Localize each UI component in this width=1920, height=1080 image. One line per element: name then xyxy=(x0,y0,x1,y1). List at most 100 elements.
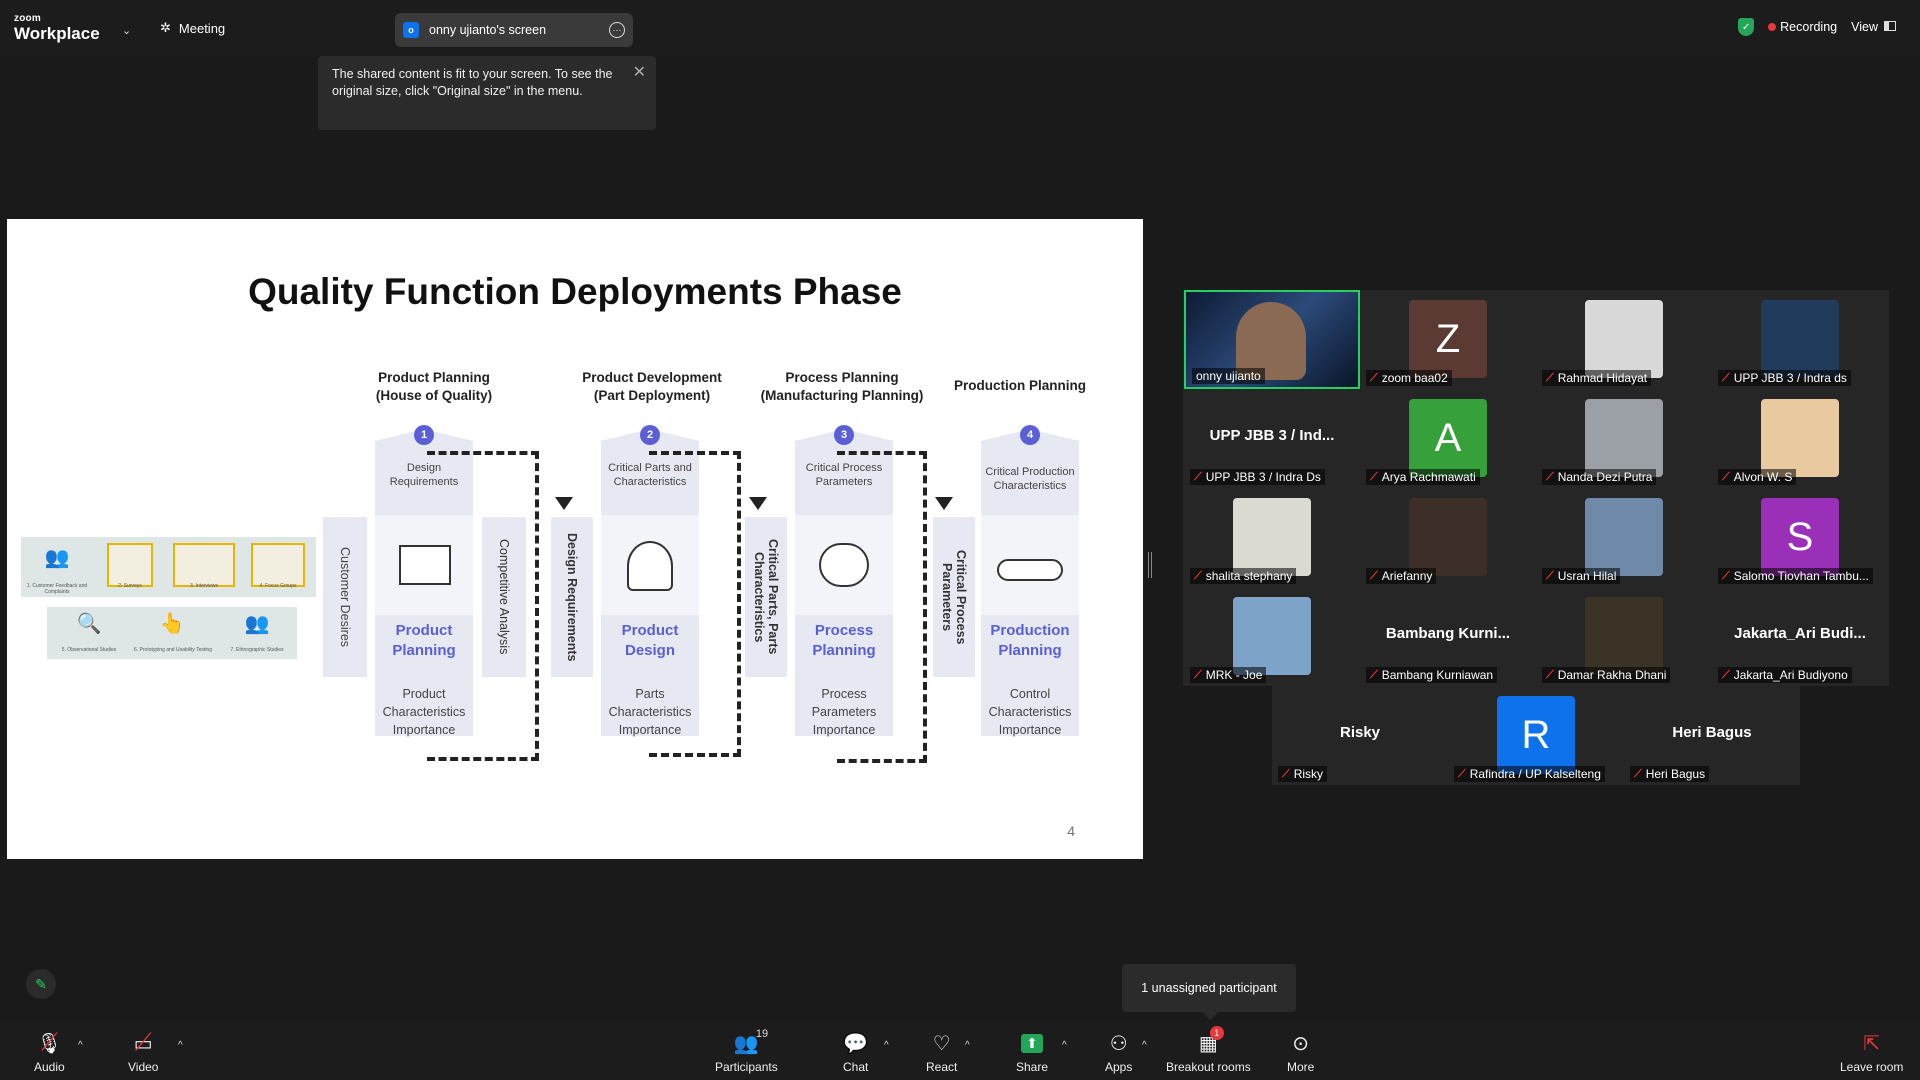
thumb-caption: 5. Observational Studies xyxy=(61,647,117,653)
participant-tile[interactable]: ⟋ Rahmad Hidayat xyxy=(1536,290,1712,389)
slide-title: Quality Function Deployments Phase xyxy=(248,271,902,312)
react-options-caret-icon[interactable]: ^ xyxy=(965,1040,970,1051)
shared-slide: Quality Function Deployments Phase 👥 1. … xyxy=(7,219,1143,859)
more-button[interactable]: ⊙ More xyxy=(1287,1030,1314,1075)
participant-tile[interactable]: A ⟋ Arya Rachmawati xyxy=(1360,389,1536,488)
thumb-caption: 4. Focus Groups xyxy=(259,583,297,589)
close-icon[interactable]: ✕ xyxy=(633,64,646,81)
video-button[interactable]: ▭ ⟋ Video xyxy=(128,1029,159,1074)
participant-tile[interactable]: ⟋ Usran Hilal xyxy=(1536,488,1712,587)
leave-room-button[interactable]: ⇱ Leave room xyxy=(1840,1030,1903,1075)
mic-muted-icon: ⟋ xyxy=(1282,767,1290,780)
participant-name: Arya Rachmawati xyxy=(1381,470,1476,484)
react-button[interactable]: ♡ React xyxy=(926,1030,957,1075)
avatar-photo xyxy=(1233,498,1311,576)
mic-muted-icon: ⟋ xyxy=(1194,668,1202,681)
participant-tile[interactable]: Heri Bagus ⟋ Heri Bagus xyxy=(1624,686,1800,785)
participant-tile[interactable]: ⟋ Damar Rakha Dhani xyxy=(1536,587,1712,686)
participant-name: Alvon W. S xyxy=(1733,470,1793,484)
chat-button[interactable]: 💬 Chat xyxy=(843,1030,869,1075)
bottom-label: Control Characteristics Importance xyxy=(988,687,1072,737)
audio-button[interactable]: 🎙 ⟋ Audio xyxy=(34,1029,65,1074)
arrow-down-icon xyxy=(749,497,767,510)
avatar-photo xyxy=(1761,399,1839,477)
annotate-pencil-icon[interactable]: ✎ xyxy=(26,969,56,999)
dashed-connector xyxy=(427,451,539,761)
mic-muted-icon: ⟋ xyxy=(1370,371,1378,384)
breakout-rooms-button[interactable]: ▦ 1 Breakout rooms xyxy=(1166,1026,1251,1074)
participant-tile[interactable]: Z ⟋ zoom baa02 xyxy=(1360,290,1536,389)
phase-header-1: Product Planning (House of Quality) xyxy=(375,370,493,403)
leave-room-icon: ⇱ xyxy=(1863,1032,1881,1055)
participant-tile[interactable]: ⟋ Nanda Dezi Putra xyxy=(1536,389,1712,488)
participant-display-name: Bambang Kurni... xyxy=(1385,625,1511,642)
video-options-caret-icon[interactable]: ^ xyxy=(178,1040,183,1051)
unassigned-participant-tooltip: 1 unassigned participant xyxy=(1122,964,1296,1020)
view-button[interactable]: View xyxy=(1851,20,1896,34)
participants-button[interactable]: 👥 19 Participants xyxy=(715,1028,778,1074)
meeting-toolbar: 🎙 ⟋ Audio ^ ▭ ⟋ Video ^ 👥 19 Participants 💬… xyxy=(0,1022,1920,1080)
participant-tile[interactable]: onny ujianto xyxy=(1184,290,1360,389)
breakout-rooms-icon: ▦ 1 xyxy=(1199,1026,1224,1056)
more-options-icon[interactable]: ··· xyxy=(609,22,625,38)
participant-tile[interactable]: ⟋ Ariefanny xyxy=(1360,488,1536,587)
thumb-row-1: 👥 1. Customer Feedback and Complaints 2.… xyxy=(21,537,316,597)
apps-button[interactable]: ⚇ Apps xyxy=(1105,1030,1133,1075)
zoom-workplace-logo[interactable]: zoom Workplace xyxy=(14,14,100,43)
participant-tile[interactable]: Bambang Kurni... ⟋ Bambang Kurniawan xyxy=(1360,587,1536,686)
screen-share-indicator[interactable]: o onny ujianto's screen ··· xyxy=(395,13,633,47)
security-shield-icon[interactable]: ✓ xyxy=(1738,18,1755,36)
step-number-1: 1 xyxy=(414,425,434,445)
participants-label: Participants xyxy=(715,1060,778,1074)
slide-page-number: 4 xyxy=(1067,823,1075,839)
participant-tile[interactable]: Jakarta_Ari Budi... ⟋ Jakarta_Ari Budiyono xyxy=(1712,587,1888,686)
participant-name-label: ⟋ MRK - Joe xyxy=(1190,667,1267,683)
share-options-caret-icon[interactable]: ^ xyxy=(1062,1040,1067,1051)
participant-name-label: ⟋ Rafindra / UP Kalselteng xyxy=(1454,766,1605,782)
audio-options-caret-icon[interactable]: ^ xyxy=(78,1040,83,1051)
participant-name: UPP JBB 3 / Indra Ds xyxy=(1205,470,1321,484)
avatar-letter: S xyxy=(1761,498,1839,576)
chat-icon: 💬 xyxy=(843,1032,869,1055)
apps-label: Apps xyxy=(1105,1060,1133,1074)
share-button[interactable]: ⬆ Share xyxy=(1016,1030,1048,1074)
resize-handle[interactable] xyxy=(1148,552,1152,578)
chevron-down-icon[interactable]: ⌄ xyxy=(122,24,131,37)
step-number-2: 2 xyxy=(640,425,660,445)
arrow-down-icon xyxy=(935,497,953,510)
recording-indicator[interactable]: Recording xyxy=(1768,20,1837,34)
prototype-figure-icon: 👆 xyxy=(159,613,185,635)
thumb-caption: 2. Surveys xyxy=(118,583,142,589)
avatar-photo xyxy=(1409,498,1487,576)
avatar-photo xyxy=(1761,300,1839,378)
participant-display-name: UPP JBB 3 / Ind... xyxy=(1209,427,1335,444)
participant-display-name: Risky xyxy=(1339,724,1381,741)
focus-groups-card xyxy=(251,543,305,587)
share-screen-icon: ⬆ xyxy=(1021,1030,1043,1056)
chat-options-caret-icon[interactable]: ^ xyxy=(884,1040,889,1051)
video-label: Video xyxy=(128,1060,159,1074)
participant-name-label: ⟋ Arya Rachmawati xyxy=(1366,469,1480,485)
participant-name-label: ⟋ Bambang Kurniawan xyxy=(1366,667,1498,683)
video-off-icon: ▭ ⟋ xyxy=(133,1029,153,1056)
participant-tile[interactable]: S ⟋ Salomo Tiovhan Tambu... xyxy=(1712,488,1888,587)
apps-options-caret-icon[interactable]: ^ xyxy=(1142,1040,1147,1051)
participant-name-label: onny ujianto xyxy=(1192,368,1265,384)
mic-muted-icon: ⟋ xyxy=(1722,470,1730,483)
meeting-menu[interactable]: ✲ Meeting xyxy=(160,20,225,36)
participant-name-label: ⟋ shalita stephany xyxy=(1190,568,1297,584)
vertical-label: Critical Parts, Parts Characteristics xyxy=(752,539,780,655)
participant-tile[interactable]: ⟋ UPP JBB 3 / Indra ds xyxy=(1712,290,1888,389)
mic-muted-icon: ⟋ xyxy=(1546,668,1554,681)
participant-tile[interactable]: ⟋ shalita stephany xyxy=(1184,488,1360,587)
fit-to-screen-tooltip: The shared content is fit to your screen… xyxy=(318,56,656,130)
participant-tile[interactable]: Risky ⟋ Risky xyxy=(1272,686,1448,785)
participant-tile[interactable]: ⟋ MRK - Joe xyxy=(1184,587,1360,686)
share-label: onny ujianto's screen xyxy=(429,23,547,37)
participant-name: zoom baa02 xyxy=(1381,371,1448,385)
mic-muted-icon: ⟋ xyxy=(1194,569,1202,582)
participant-tile[interactable]: R ⟋ Rafindra / UP Kalselteng xyxy=(1448,686,1624,785)
participant-tile[interactable]: ⟋ Alvon W. S xyxy=(1712,389,1888,488)
ethnography-figure-icon: 👥 xyxy=(244,613,270,635)
participant-tile[interactable]: UPP JBB 3 / Ind... ⟋ UPP JBB 3 / Indra Ds xyxy=(1184,389,1360,488)
